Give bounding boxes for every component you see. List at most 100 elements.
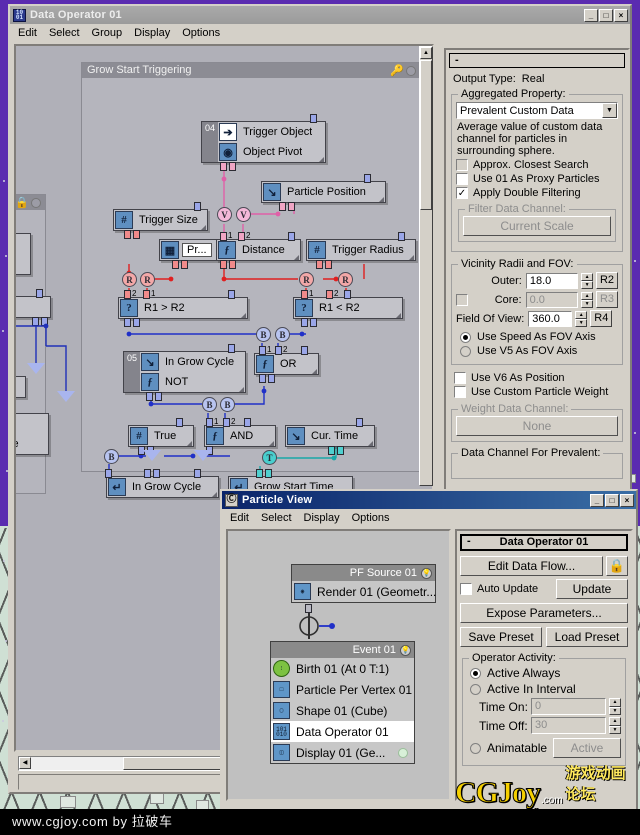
radio-active-always[interactable]: Active Always <box>467 666 621 680</box>
event-node[interactable]: Event 01 💡 ⁝ Birth 01 (At 0 T:1) □ Parti… <box>270 641 415 764</box>
radio-button[interactable] <box>460 345 471 357</box>
weight-none-button[interactable]: None <box>456 416 618 436</box>
radio-button[interactable] <box>470 683 481 695</box>
menu-display[interactable]: Display <box>304 512 340 524</box>
node-port[interactable] <box>305 604 312 613</box>
menu-group[interactable]: Group <box>92 27 123 39</box>
fov-spinner[interactable]: ▲ ▼ <box>575 310 588 327</box>
outer-spinner[interactable]: ▲ ▼ <box>581 272 593 289</box>
radio-button[interactable] <box>470 742 481 754</box>
minimize-button[interactable]: _ <box>584 8 598 22</box>
edit-data-flow-row: Edit Data Flow... 🔒 <box>460 556 628 576</box>
checkbox-box[interactable] <box>456 173 468 185</box>
close-button[interactable]: × <box>620 493 634 507</box>
chevron-down-icon[interactable]: ▼ <box>602 103 617 118</box>
particle-view-titlebar[interactable]: Ⓒ Particle View _ □ × <box>222 491 636 509</box>
lightbulb-icon[interactable]: 💡 <box>400 644 411 656</box>
rollout-collapse-icon[interactable]: - <box>467 535 471 548</box>
save-preset-button[interactable]: Save Preset <box>460 627 542 647</box>
update-button[interactable]: Update <box>556 579 628 599</box>
checkbox-box[interactable] <box>456 159 468 171</box>
outer-r2-button[interactable]: R2 <box>595 272 618 289</box>
scroll-thumb[interactable] <box>420 60 432 210</box>
particle-view-canvas[interactable]: PF Source 01 💡 ◉ Render 01 (Geometr... E… <box>226 529 451 801</box>
time-on-input[interactable]: 0 <box>531 698 606 715</box>
core-r3-button[interactable]: R3 <box>595 291 618 308</box>
aggregated-property-row[interactable]: Prevalent Custom Data ▼ <box>456 102 618 119</box>
radio-button[interactable] <box>470 667 481 679</box>
minimize-button[interactable]: _ <box>590 493 604 507</box>
scroll-left-button[interactable]: ◀ <box>19 757 31 769</box>
radio-active-in-interval[interactable]: Active In Interval <box>467 682 621 696</box>
data-operator-menubar: Edit Select Group Display Options <box>10 24 630 41</box>
preset-buttons-row: Save Preset Load Preset <box>460 627 628 647</box>
padlock-icon[interactable]: 🔒 <box>606 556 628 576</box>
radio-label: Active In Interval <box>487 682 576 696</box>
event-row-particle-per-vertex[interactable]: □ Particle Per Vertex 01 <box>271 679 414 700</box>
radio-use-speed-as-fov-axis[interactable]: Use Speed As FOV Axis <box>456 331 618 343</box>
auto-update-checkbox[interactable] <box>460 583 472 595</box>
window-controls: _ □ × <box>584 8 628 22</box>
checkbox-box[interactable] <box>454 372 466 384</box>
radio-animatable[interactable]: Animatable Active <box>467 738 621 758</box>
time-off-spinner[interactable]: ▲ ▼ <box>609 717 621 734</box>
active-button[interactable]: Active <box>553 738 621 758</box>
checkbox-use-v6-as-position[interactable]: Use V6 As Position <box>449 372 625 384</box>
rollout-header[interactable]: - Data Operator 01 <box>460 534 628 551</box>
time-off-input[interactable]: 30 <box>531 717 606 734</box>
core-checkbox[interactable] <box>456 293 468 306</box>
aggregated-property-dropdown[interactable]: Prevalent Custom Data ▼ <box>456 102 618 119</box>
core-input[interactable]: 0.0 <box>525 291 579 308</box>
event-row-display[interactable]: ◫ Display 01 (Ge... <box>271 742 414 763</box>
checkbox-use-custom-particle-weight[interactable]: Use Custom Particle Weight <box>449 386 625 398</box>
time-on-spinner[interactable]: ▲ ▼ <box>609 698 621 715</box>
edit-data-flow-button[interactable]: Edit Data Flow... <box>460 556 603 576</box>
group-title: Data Channel For Prevalent: <box>458 447 604 459</box>
particle-view-icon: Ⓒ <box>225 493 238 507</box>
rollout-collapse-icon[interactable]: - <box>455 53 459 67</box>
fov-label: Field Of View: <box>456 312 525 325</box>
rollout-header[interactable]: - <box>449 53 625 68</box>
data-operator-titlebar[interactable]: 10 01 Data Operator 01 _ □ × <box>10 6 630 24</box>
checkbox-box[interactable] <box>454 386 466 398</box>
menu-options[interactable]: Options <box>352 512 390 524</box>
triangle-connector[interactable] <box>57 391 75 402</box>
radio-label: Active Always <box>487 666 561 680</box>
menu-edit[interactable]: Edit <box>230 512 249 524</box>
triangle-connector[interactable] <box>27 363 45 374</box>
radio-button[interactable] <box>460 331 471 343</box>
outer-input[interactable]: 18.0 <box>525 272 579 289</box>
core-spinner[interactable]: ▲ ▼ <box>581 291 593 308</box>
node-clipped-scale[interactable]: ale ial Scale <box>16 413 49 455</box>
event-row-data-operator[interactable]: 101 010 Data Operator 01 <box>271 721 414 742</box>
menu-display[interactable]: Display <box>134 27 170 39</box>
group-title: Operator Activity: <box>469 652 559 664</box>
checkbox-use-01-as-proxy-particles[interactable]: Use 01 As Proxy Particles <box>456 173 618 185</box>
load-preset-button[interactable]: Load Preset <box>546 627 628 647</box>
window-controls: _ □ × <box>590 493 634 507</box>
event-row-birth[interactable]: ⁝ Birth 01 (At 0 T:1) <box>271 658 414 679</box>
group-title: Vicinity Radii and FOV: <box>458 258 577 270</box>
expose-parameters-button[interactable]: Expose Parameters... <box>460 603 628 623</box>
close-button[interactable]: × <box>614 8 628 22</box>
fov-r4-button[interactable]: R4 <box>590 310 613 327</box>
scroll-up-button[interactable]: ▲ <box>420 47 432 59</box>
checkbox-apply-double-filtering[interactable]: ✓ Apply Double Filtering <box>456 187 618 199</box>
checkbox-approx-closest-search[interactable]: Approx. Closest Search <box>456 159 618 171</box>
node-clipped-me[interactable]: me <box>16 376 26 398</box>
fov-input[interactable]: 360.0 <box>528 310 573 327</box>
canvas-vertical-scrollbar[interactable]: ▲ <box>419 46 433 486</box>
maximize-button[interactable]: □ <box>605 493 619 507</box>
auto-update-row: Auto Update Update <box>460 579 628 599</box>
checkbox-box[interactable]: ✓ <box>456 187 468 199</box>
node-port[interactable] <box>14 226 15 235</box>
menu-select[interactable]: Select <box>49 27 80 39</box>
radio-use-v5-as-fov-axis[interactable]: Use V5 As FOV Axis <box>456 345 618 357</box>
menu-edit[interactable]: Edit <box>18 27 37 39</box>
menu-options[interactable]: Options <box>182 27 220 39</box>
checkbox-label: Use 01 As Proxy Particles <box>473 173 600 185</box>
current-scale-button[interactable]: Current Scale <box>463 216 611 236</box>
maximize-button[interactable]: □ <box>599 8 613 22</box>
event-row-shape[interactable]: ▢ Shape 01 (Cube) <box>271 700 414 721</box>
menu-select[interactable]: Select <box>261 512 292 524</box>
